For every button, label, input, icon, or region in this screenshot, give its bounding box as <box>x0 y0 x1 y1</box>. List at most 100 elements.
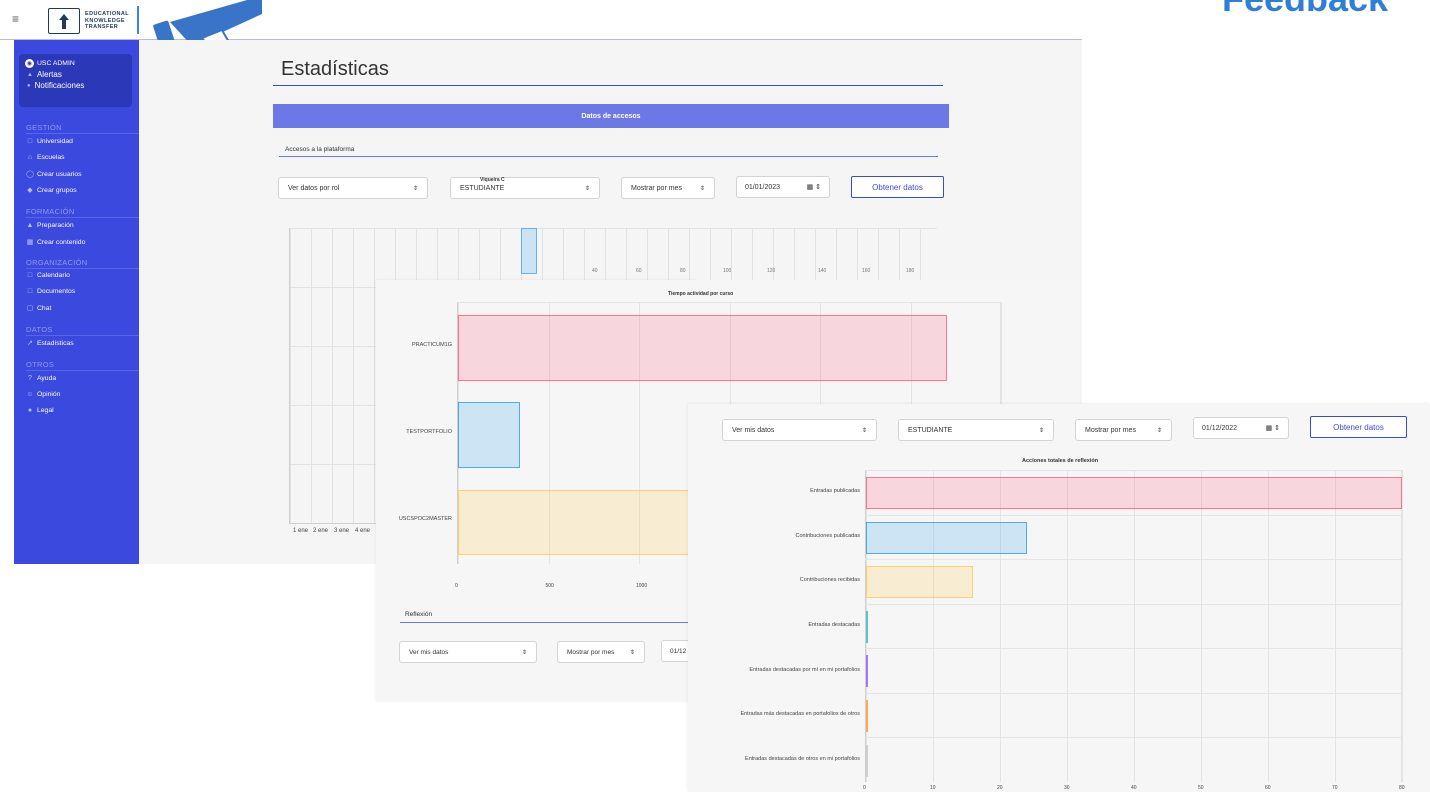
smile-icon: ☺ <box>26 391 34 398</box>
reflection-subtitle: Reflexión <box>405 611 433 618</box>
notifications-link[interactable]: ● Notificaciones <box>25 81 126 90</box>
sidebar-item-ayuda[interactable]: ? Ayuda <box>26 375 56 382</box>
chart3-gridline <box>865 559 1402 561</box>
calendar-icon: □ <box>27 272 33 279</box>
sidebar-item-chat[interactable]: ▢ Chat <box>26 304 52 313</box>
section-divider <box>26 370 144 371</box>
sidebar-item-crear-contenido[interactable]: ▦ Crear contenido <box>26 238 86 247</box>
chart3-gridline <box>1000 470 1001 782</box>
chart1-tick: 160 <box>862 268 871 274</box>
section-header-accesos: Datos de accesos <box>273 104 949 128</box>
chart2-tick-label: 1000 <box>636 583 648 589</box>
user-name: USC ADMIN <box>37 60 75 67</box>
chart3-bar <box>866 521 1027 554</box>
chart1-tick: 100 <box>723 268 732 274</box>
chart3-bar <box>866 477 1402 510</box>
sidebar: ◉ USC ADMIN ▲ Alertas ● Notificaciones G… <box>14 40 144 564</box>
chart3-bar <box>866 610 868 643</box>
chart3-tick-label: 70 <box>1332 785 1338 791</box>
sort-arrows-icon: ⇕ <box>584 185 590 192</box>
reflection-underline <box>400 622 690 623</box>
chart3-gridline <box>865 603 1402 605</box>
chart3-tick-label: 50 <box>1198 785 1204 791</box>
sidebar-item-preparacion[interactable]: ▲ Preparación <box>26 222 74 229</box>
sort-arrows-icon: ⇕ <box>629 649 635 656</box>
sidebar-item-universidad[interactable]: □ Universidad <box>26 138 73 145</box>
sidebar-item-crear-grupos[interactable]: ◆ Crear grupos <box>26 186 76 195</box>
chart1-x-label: 4 ene <box>355 528 371 534</box>
chart3-gridline <box>1067 470 1068 782</box>
alerts-link[interactable]: ▲ Alertas <box>25 70 126 79</box>
chart3-gridline <box>865 514 1402 516</box>
sidebar-item-crear-usuarios[interactable]: ◯ Crear usuarios <box>26 170 82 179</box>
chart3-category-label: Entradas destacadas por mí en mi portafo… <box>749 666 860 673</box>
chart1-tick: 120 <box>767 268 776 274</box>
chart3-gridline <box>865 737 1402 739</box>
chart3-gridline <box>1134 470 1135 782</box>
get-data-button-3[interactable]: Obtener datos <box>1310 416 1407 438</box>
get-data-button[interactable]: Obtener datos <box>851 176 944 198</box>
chart1-tick: 80 <box>680 268 686 274</box>
chart1-title: Viqueira C <box>480 177 505 183</box>
role-select[interactable]: Ver datos por rol ⇕ <box>278 177 428 199</box>
header-divider <box>137 6 139 34</box>
bank-icon: □ <box>27 138 33 145</box>
chat-icon: ▢ <box>26 305 34 312</box>
period-select-3[interactable]: Mostrar por mes ⇕ <box>1075 419 1172 441</box>
title-underline <box>273 85 943 86</box>
chart1-tick: 60 <box>636 268 642 274</box>
section-organizacion: ORGANIZACIÓN <box>26 258 88 267</box>
chart2-title: Tiempo actividad por curso <box>668 291 734 297</box>
help-icon: ? <box>28 375 32 382</box>
chart3-bar <box>866 655 868 688</box>
chart3-gridline <box>1402 470 1403 782</box>
calendar-icon: ▦ ⇕ <box>1265 425 1280 432</box>
chart3-category-label: Entradas destacadas de otros en mi porta… <box>745 755 860 762</box>
chart-icon: ↗ <box>27 340 33 347</box>
app-logo[interactable]: EDUCATIONAL KNOWLEDGE TRANSFER <box>48 8 129 34</box>
chart3-bar <box>866 699 868 733</box>
view-select-3[interactable]: Ver mis datos ⇕ <box>722 419 877 441</box>
chart3-tick-label: 60 <box>1265 785 1271 791</box>
hamburger-menu-icon[interactable]: ≡ <box>12 12 19 26</box>
sidebar-item-opinion[interactable]: ☺ Opinión <box>26 391 60 398</box>
screenshot-root: ≡ EDUCATIONAL KNOWLEDGE TRANSFER Feedbac… <box>0 0 1430 792</box>
sidebar-item-estadisticas[interactable]: ↗ Estadísticas <box>26 339 74 348</box>
sidebar-item-legal[interactable]: ● Legal <box>26 407 54 414</box>
chart2-tick-label: 0 <box>455 583 458 589</box>
type-select[interactable]: ESTUDIANTE ⇕ <box>450 177 600 199</box>
section-datos: DATOS <box>26 325 53 334</box>
sidebar-item-escuelas[interactable]: ⌂ Escuelas <box>26 154 65 161</box>
access-subtitle: Accesos a la plataforma <box>285 146 355 153</box>
date-input-3[interactable]: 01/12/2022 ▦ ⇕ <box>1193 417 1289 439</box>
chart1-tick: 40 <box>592 268 598 274</box>
school-icon: ⌂ <box>27 154 33 161</box>
bell-icon: ● <box>27 82 31 89</box>
chart1-tick: 140 <box>818 268 827 274</box>
chart3-gridline <box>1268 470 1269 782</box>
chart1-x-label: 2 ene <box>313 528 329 534</box>
chart3-gridline <box>1201 470 1202 782</box>
section-divider <box>26 335 144 336</box>
period-select[interactable]: Mostrar por mes ⇕ <box>621 177 715 199</box>
section-divider <box>26 217 144 218</box>
chart3-category-label: Contribuciones recibidas <box>799 577 860 584</box>
view-select-2[interactable]: Ver mis datos ⇕ <box>399 641 537 663</box>
chart2-category-label: TESTPORTFOLIO <box>406 429 452 435</box>
chart1-x-label: 1 ene <box>293 528 309 534</box>
chart3-tick-label: 20 <box>997 785 1003 791</box>
date-input[interactable]: 01/01/2023 ▦ ⇕ <box>736 176 830 198</box>
chart3-bar <box>866 744 868 777</box>
type-select-3[interactable]: ESTUDIANTE ⇕ <box>898 419 1054 441</box>
chart3-bar <box>866 566 974 599</box>
logo-wordmark: EDUCATIONAL KNOWLEDGE TRANSFER <box>85 11 130 31</box>
sidebar-item-calendario[interactable]: □ Calendario <box>26 272 70 279</box>
calendar-icon: ▦ ⇕ <box>806 184 821 191</box>
user-card: ◉ USC ADMIN ▲ Alertas ● Notificaciones <box>19 54 132 107</box>
user-profile[interactable]: ◉ USC ADMIN <box>25 59 126 68</box>
period-select-2[interactable]: Mostrar por mes ⇕ <box>557 641 645 663</box>
chart3-gridline <box>865 648 1402 650</box>
sort-arrows-icon: ⇕ <box>412 185 418 192</box>
sidebar-item-documentos[interactable]: □ Documentos <box>26 288 75 295</box>
chart3-category-label: Entradas destacadas <box>808 622 860 628</box>
